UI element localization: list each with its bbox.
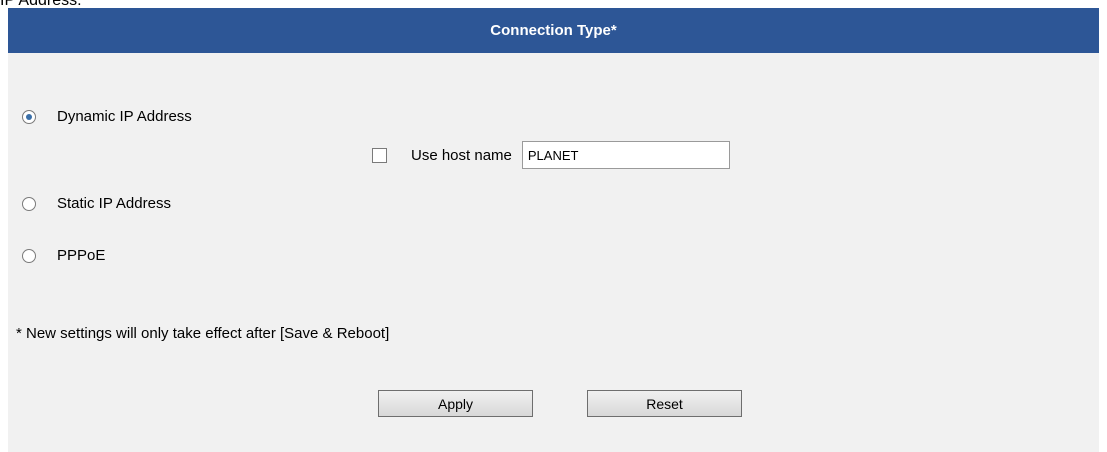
use-host-name-label: Use host name xyxy=(411,146,512,164)
connection-type-panel: Connection Type* Dynamic IP Address Use … xyxy=(8,8,1099,452)
option-static-ip[interactable]: Static IP Address xyxy=(22,195,171,212)
hostname-row: Use host name xyxy=(372,141,730,169)
pppoe-radio[interactable] xyxy=(22,248,36,263)
static-ip-label: Static IP Address xyxy=(57,195,171,212)
option-dynamic-ip[interactable]: Dynamic IP Address xyxy=(22,108,192,125)
panel-title: Connection Type* xyxy=(490,22,617,39)
apply-button[interactable]: Apply xyxy=(378,390,533,417)
panel-header: Connection Type* xyxy=(8,8,1099,53)
option-pppoe[interactable]: PPPoE xyxy=(22,247,105,264)
dynamic-ip-label: Dynamic IP Address xyxy=(57,108,192,125)
static-ip-radio[interactable] xyxy=(22,196,36,211)
save-reboot-note: * New settings will only take effect aft… xyxy=(16,325,390,342)
reset-button[interactable]: Reset xyxy=(587,390,742,417)
host-name-input[interactable] xyxy=(521,141,730,169)
pppoe-label: PPPoE xyxy=(57,247,106,264)
dynamic-ip-radio[interactable] xyxy=(22,109,36,124)
use-host-name-checkbox[interactable] xyxy=(372,147,387,163)
